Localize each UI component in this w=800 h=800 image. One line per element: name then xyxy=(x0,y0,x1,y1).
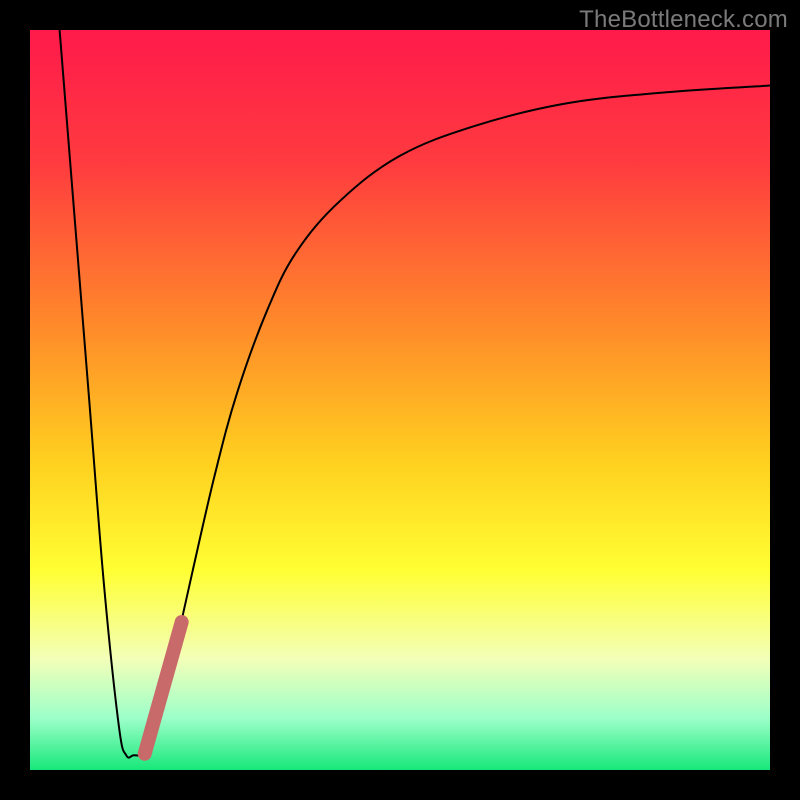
watermark-text: TheBottleneck.com xyxy=(579,6,788,34)
chart-frame: TheBottleneck.com xyxy=(0,0,800,800)
plot-area xyxy=(30,30,770,770)
gradient-background xyxy=(30,30,770,770)
chart-svg xyxy=(30,30,770,770)
